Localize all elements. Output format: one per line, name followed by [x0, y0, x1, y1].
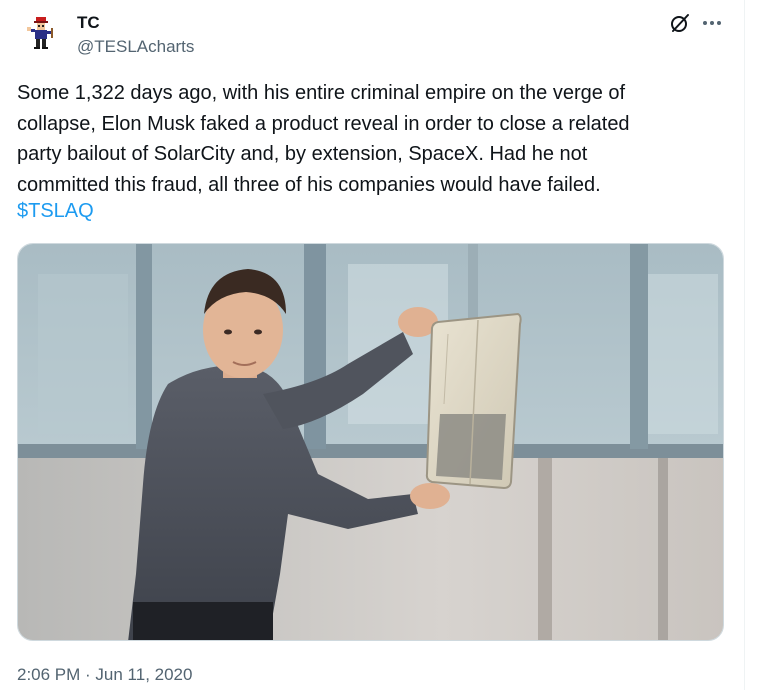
- tweet-text: Some 1,322 days ago, with his entire cri…: [17, 82, 630, 196]
- cashtag-link[interactable]: $TSLAQ: [17, 200, 94, 223]
- avatar-figure-icon: [27, 17, 53, 49]
- grok-slash-circle-icon[interactable]: [668, 11, 692, 35]
- author-name[interactable]: TC: [77, 13, 100, 33]
- author-handle[interactable]: @TESLAcharts: [77, 37, 194, 57]
- tweet: TC @TESLAcharts Some 1,322 days ago, wit…: [0, 0, 744, 690]
- photo-man-holding-tile: [18, 244, 723, 640]
- column-divider: [744, 0, 745, 690]
- tweet-media-photo[interactable]: [17, 243, 724, 641]
- avatar[interactable]: [18, 11, 62, 55]
- more-horizontal-icon[interactable]: [700, 11, 724, 35]
- tweet-timestamp[interactable]: 2:06 PM · Jun 11, 2020: [17, 665, 192, 685]
